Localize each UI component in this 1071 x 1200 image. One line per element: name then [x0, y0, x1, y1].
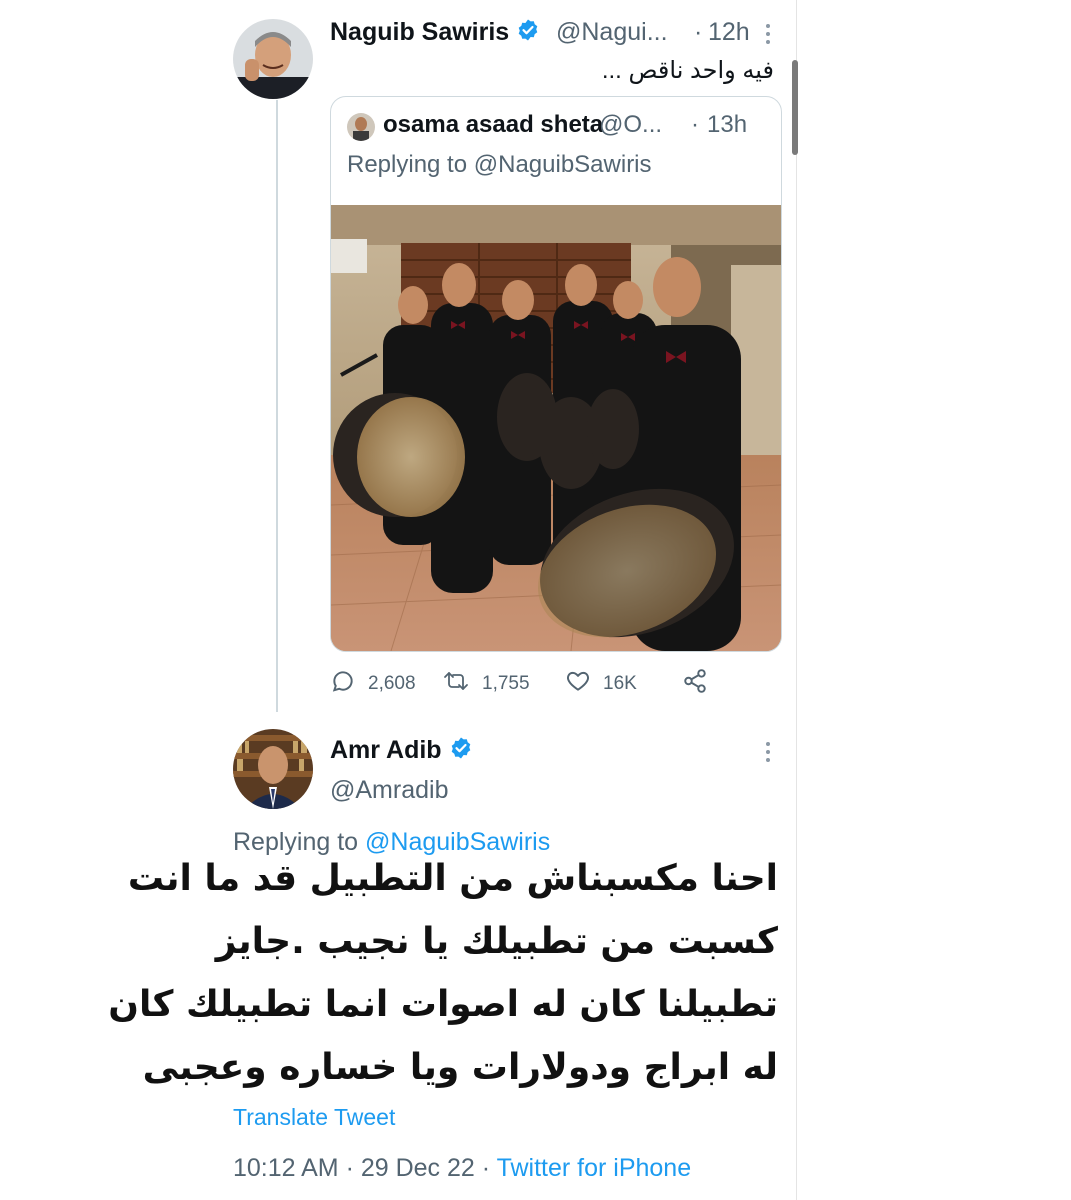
tweet2-timestamp-line: 10:12 AM · 29 Dec 22 · Twitter for iPhon… [233, 1154, 691, 1183]
replying-prefix: Replying to [233, 828, 359, 856]
share-icon [682, 668, 720, 700]
avatar-osama [347, 113, 375, 141]
quoted-replying-line: Replying to @NaguibSawiris [347, 151, 652, 179]
source-link[interactable]: Twitter for iPhone [497, 1154, 692, 1182]
screenshot-canvas: Naguib Sawiris @Nagui... · 12h فيه واحد … [0, 0, 1071, 1200]
retweet-button[interactable]: 1,755 [442, 668, 530, 700]
quoted-separator: · [691, 111, 699, 138]
author-name-text: Amr Adib [330, 736, 442, 765]
author-name-text: Naguib Sawiris [330, 18, 510, 47]
more-vertical-icon[interactable] [766, 24, 772, 48]
verified-badge-icon [516, 18, 540, 49]
replying-prefix: Replying to [347, 151, 468, 178]
tweet2-replying-line: Replying to @NaguibSawiris [233, 828, 550, 857]
timeline-border [796, 0, 797, 1200]
drummers-photo[interactable] [331, 205, 781, 651]
quoted-handle: @O... [599, 111, 663, 138]
replying-handle: @NaguibSawiris [473, 151, 652, 178]
heart-icon [565, 668, 603, 700]
reply-count: 2,608 [368, 673, 416, 694]
like-button[interactable]: 16K [565, 668, 637, 700]
translate-tweet-link[interactable]: Translate Tweet [233, 1104, 395, 1131]
share-button[interactable] [682, 668, 720, 700]
tweet2-text-line-1: احنا مكسبناش من التطبيل قد ما انت [127, 858, 778, 899]
tweet2-text-line-3: تطبيلنا كان له اصوات انما تطبيلك كان [108, 984, 778, 1025]
tweet1-handle[interactable]: @Nagui... [556, 18, 668, 47]
timestamp-text: 10:12 AM · 29 Dec 22 · [233, 1154, 497, 1182]
tweet2-text-line-2: كسبت من تطبيلك يا نجيب .جايز [215, 921, 778, 962]
avatar-amr-adib[interactable] [233, 729, 313, 809]
like-count: 16K [603, 673, 637, 694]
scrollbar[interactable] [792, 60, 798, 155]
avatar-naguib[interactable] [233, 19, 313, 99]
retweet-icon [442, 668, 482, 700]
tweet2-text-line-4: له ابراج ودولارات ويا خساره وعجبى [142, 1047, 778, 1088]
reply-icon [330, 668, 368, 700]
tweet1-separator: · [694, 18, 703, 46]
verified-badge-icon [449, 736, 473, 767]
tweet1-text: فيه واحد ناقص ... [601, 57, 774, 84]
tweet2-author-name[interactable]: Amr Adib [330, 736, 473, 767]
replying-handle-link[interactable]: @NaguibSawiris [365, 828, 550, 856]
thread-connector-line [276, 100, 278, 712]
tweet2-handle[interactable]: @Amradib [330, 776, 448, 805]
reply-button[interactable]: 2,608 [330, 668, 416, 700]
more-vertical-icon[interactable] [766, 742, 772, 766]
tweet1-author-name[interactable]: Naguib Sawiris [330, 18, 540, 49]
tweet1-time[interactable]: 12h [708, 18, 750, 47]
tweet-action-bar: 2,608 1,755 16K [330, 668, 720, 696]
retweet-count: 1,755 [482, 673, 530, 694]
quoted-time: 13h [707, 111, 748, 138]
quoted-author-name: osama asaad sheta [383, 111, 604, 138]
quoted-tweet-card[interactable]: osama asaad sheta @O... · 13h Replying t… [330, 96, 782, 652]
